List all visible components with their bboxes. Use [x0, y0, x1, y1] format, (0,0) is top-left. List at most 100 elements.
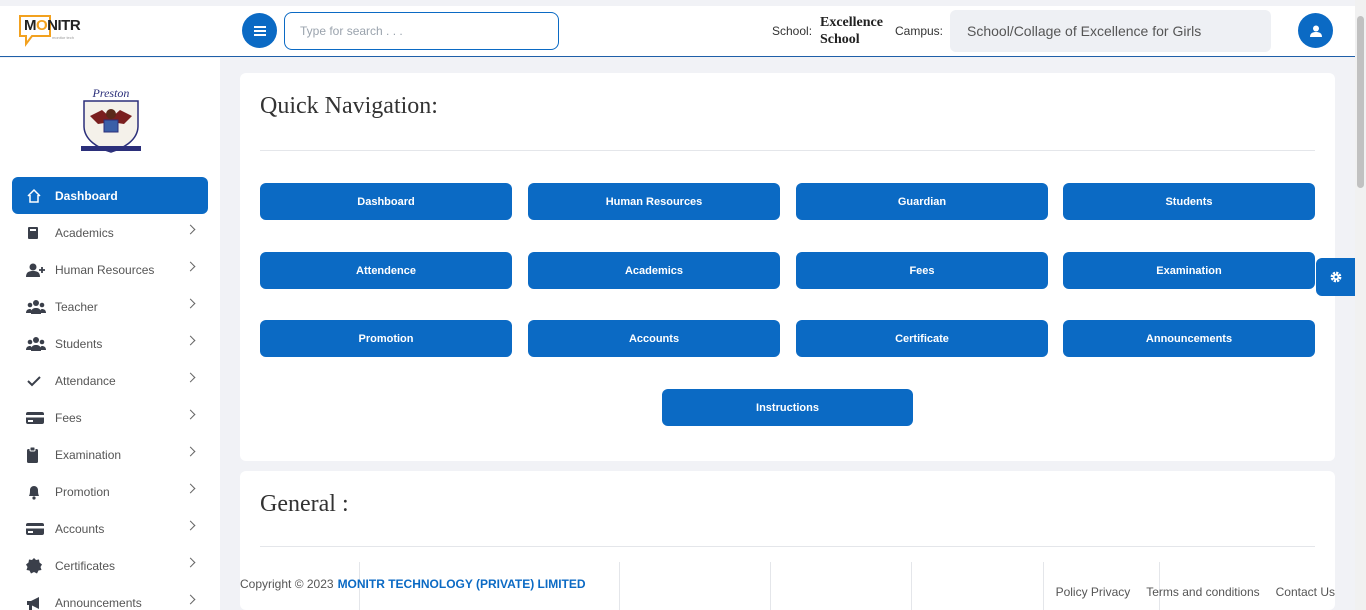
chevron-right-icon: [185, 261, 196, 272]
terms-link[interactable]: Terms and conditions: [1146, 585, 1259, 599]
crest-logo-icon: Preston: [81, 86, 141, 153]
home-icon: [26, 188, 48, 204]
sidebar-item-fees[interactable]: Fees: [12, 399, 208, 436]
sidebar-nav: Dashboard Academics Human Resources Teac…: [12, 177, 208, 610]
monitr-logo[interactable]: MONITR monitor tech: [18, 14, 81, 50]
chevron-right-icon: [185, 446, 196, 457]
users-icon: [26, 299, 48, 315]
sidebar-item-label: Attendance: [55, 373, 116, 388]
sidebar-item-label: Teacher: [55, 299, 98, 314]
search-input[interactable]: [284, 12, 559, 50]
sidebar-item-label: Human Resources: [55, 262, 155, 277]
quick-nav-certificate-button[interactable]: Certificate: [796, 320, 1048, 357]
quick-nav-guardian-button[interactable]: Guardian: [796, 183, 1048, 220]
users-icon: [26, 336, 48, 352]
quick-nav-accounts-button[interactable]: Accounts: [528, 320, 780, 357]
footer-links: Policy Privacy Terms and conditions Cont…: [1056, 585, 1335, 599]
user-profile-button[interactable]: [1298, 13, 1333, 48]
copyright-text: Copyright © 2023: [240, 577, 334, 591]
menu-toggle-button[interactable]: [242, 13, 277, 48]
quick-nav-announcements-button[interactable]: Announcements: [1063, 320, 1315, 357]
quick-nav-instructions-button[interactable]: Instructions: [662, 389, 913, 426]
quick-nav-examination-button[interactable]: Examination: [1063, 252, 1315, 289]
megaphone-icon: [26, 595, 48, 610]
contact-us-link[interactable]: Contact Us: [1276, 585, 1335, 599]
sidebar: Preston Dashboard Academics Human Resour…: [0, 58, 220, 610]
quick-nav-promotion-button[interactable]: Promotion: [260, 320, 512, 357]
hamburger-icon: [253, 25, 266, 36]
chevron-right-icon: [185, 298, 196, 309]
scrollbar-thumb[interactable]: [1357, 16, 1364, 188]
logo-subtitle: monitor tech: [52, 35, 75, 40]
user-plus-icon: [26, 262, 48, 278]
chevron-right-icon: [185, 594, 196, 605]
svg-text:Preston: Preston: [92, 86, 130, 100]
clipboard-icon: [26, 446, 48, 463]
campus-value: School/Collage of Excellence for Girls: [967, 23, 1202, 39]
sidebar-item-label: Certificates: [55, 558, 116, 573]
school-crest: Preston: [78, 86, 144, 154]
campus-select[interactable]: School/Collage of Excellence for Girls: [950, 10, 1271, 52]
divider: [260, 546, 1315, 547]
quick-nav-students-button[interactable]: Students: [1063, 183, 1315, 220]
quick-nav-human-resources-button[interactable]: Human Resources: [528, 183, 780, 220]
sidebar-item-label: Fees: [55, 410, 82, 425]
quick-nav-attendence-button[interactable]: Attendence: [260, 252, 512, 289]
check-icon: [26, 373, 48, 389]
sidebar-item-examination[interactable]: Examination: [12, 436, 208, 473]
credit-card-icon: [26, 410, 48, 426]
sidebar-item-announcements[interactable]: Announcements: [12, 584, 208, 610]
sidebar-item-attendance[interactable]: Attendance: [12, 362, 208, 399]
table-column-divider: [770, 562, 771, 610]
school-label: School:: [772, 24, 813, 38]
policy-privacy-link[interactable]: Policy Privacy: [1056, 585, 1131, 599]
chevron-right-icon: [185, 224, 196, 235]
logo-text: MONITR: [24, 17, 81, 34]
certificate-icon: [26, 557, 48, 574]
book-icon: [26, 225, 48, 241]
table-column-divider: [619, 562, 620, 610]
quick-nav-dashboard-button[interactable]: Dashboard: [260, 183, 512, 220]
chevron-right-icon: [185, 557, 196, 568]
gear-icon: [1330, 271, 1341, 283]
chevron-right-icon: [185, 520, 196, 531]
company-name: MONITR TECHNOLOGY (PRIVATE) LIMITED: [337, 577, 586, 591]
logo-divider: [0, 56, 206, 57]
user-icon: [1309, 25, 1322, 37]
footer-copyright: Copyright © 2023 MONITR TECHNOLOGY (PRIVA…: [240, 577, 586, 591]
credit-card-icon: [26, 521, 48, 537]
bell-icon: [26, 484, 48, 500]
sidebar-item-teacher[interactable]: Teacher: [12, 288, 208, 325]
sidebar-item-promotion[interactable]: Promotion: [12, 473, 208, 510]
campus-label: Campus:: [895, 24, 944, 38]
sidebar-item-label: Students: [55, 336, 103, 351]
table-column-divider: [911, 562, 912, 610]
sidebar-item-accounts[interactable]: Accounts: [12, 510, 208, 547]
top-header: MONITR monitor tech School: Excellence S…: [0, 6, 1355, 57]
page-scrollbar[interactable]: [1355, 0, 1366, 610]
quick-nav-academics-button[interactable]: Academics: [528, 252, 780, 289]
chevron-right-icon: [185, 483, 196, 494]
sidebar-item-label: Accounts: [55, 521, 105, 536]
table-column-divider: [1043, 562, 1044, 610]
chevron-right-icon: [185, 335, 196, 346]
sidebar-item-label: Promotion: [55, 484, 110, 499]
quick-navigation-title: Quick Navigation:: [260, 93, 438, 119]
chevron-right-icon: [185, 372, 196, 383]
quick-navigation-card: Quick Navigation: Dashboard Human Resour…: [240, 73, 1335, 461]
sidebar-item-students[interactable]: Students: [12, 325, 208, 362]
chevron-right-icon: [185, 409, 196, 420]
school-name: Excellence School: [820, 15, 883, 47]
sidebar-item-label: Announcements: [55, 595, 142, 610]
sidebar-item-human-resources[interactable]: Human Resources: [12, 251, 208, 288]
sidebar-item-label: Academics: [55, 225, 114, 240]
sidebar-item-label: Examination: [55, 447, 122, 462]
sidebar-item-academics[interactable]: Academics: [12, 214, 208, 251]
quick-nav-fees-button[interactable]: Fees: [796, 252, 1048, 289]
divider: [260, 150, 1315, 151]
general-title: General :: [260, 491, 349, 517]
settings-button[interactable]: [1316, 258, 1355, 296]
sidebar-item-dashboard[interactable]: Dashboard: [12, 177, 208, 214]
sidebar-item-certificates[interactable]: Certificates: [12, 547, 208, 584]
sidebar-item-label: Dashboard: [55, 188, 118, 203]
